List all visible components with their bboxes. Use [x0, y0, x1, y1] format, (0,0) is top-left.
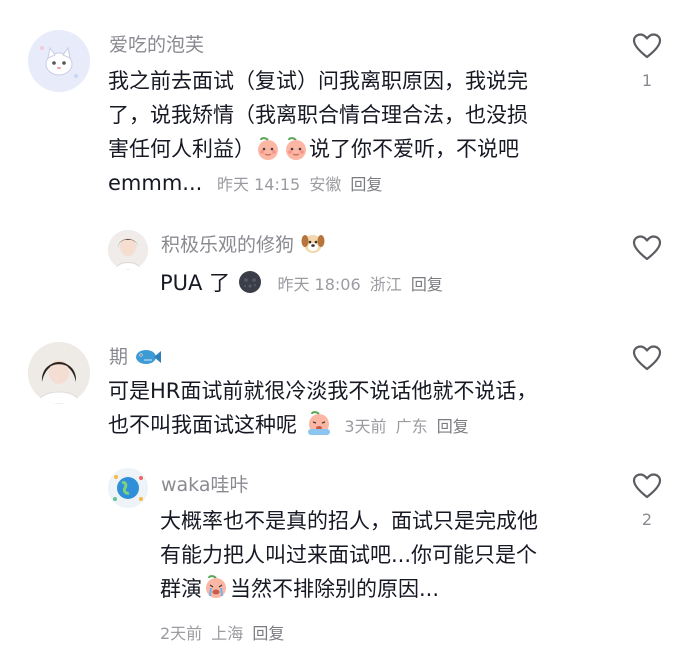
username[interactable]: 爱吃的泡芙 — [109, 30, 204, 57]
comment-fragment: 说了你不爱听，不说吧 — [309, 137, 519, 161]
reply-button[interactable]: 回复 — [411, 275, 443, 294]
reply-item: 积极乐观的修狗 PUA 了 昨天 18:06 浙江 回复 — [0, 220, 690, 320]
like-count: 2 — [641, 510, 653, 529]
comment-meta: 昨天 18:06 浙江 回复 — [277, 275, 442, 294]
comment-line: emmm... 昨天 14:15 安徽 回复 — [108, 166, 608, 202]
sobbing-peach-emoji-icon — [206, 575, 226, 598]
comment-line: 我之前去面试（复试）问我离职原因，我说完 — [108, 69, 528, 93]
like-heart-icon[interactable] — [632, 234, 662, 262]
reply-button[interactable]: 回复 — [252, 624, 284, 643]
comment-meta: 2天前 上海 回复 — [160, 620, 284, 644]
comment-fragment: 也不叫我面试这种呢 — [108, 413, 297, 437]
username[interactable]: waka哇咔 — [161, 470, 249, 497]
comment-item: 爱吃的泡芙 我之前去面试（复试）问我离职原因，我说完 了，说我矫情（我离职合情合… — [0, 0, 690, 220]
comment-line: 大概率也不是真的招人，面试只是完成他 — [160, 509, 538, 533]
reply-item: waka哇咔 大概率也不是真的招人，面试只是完成他 有能力把人叫过来面试吧...… — [0, 460, 690, 653]
comment-location: 浙江 — [369, 275, 402, 294]
comment-fragment: PUA 了 — [160, 271, 231, 295]
like-heart-icon[interactable] — [632, 472, 662, 500]
cat-avatar-icon — [28, 30, 90, 92]
crying-peach-emoji-icon — [307, 411, 330, 435]
comment-time: 昨天 18:06 — [277, 275, 361, 294]
comment-line: 了，说我矫情（我离职合情合理合法，也没损 — [108, 103, 528, 127]
reply-button[interactable]: 回复 — [437, 417, 469, 436]
comment-time: 昨天 14:15 — [217, 175, 301, 194]
user-avatar[interactable] — [28, 30, 90, 92]
username[interactable]: 期 — [109, 342, 162, 369]
comment-text: PUA 了 昨天 18:06 浙江 回复 — [160, 266, 620, 302]
like-heart-icon[interactable] — [632, 32, 662, 60]
dog-face-emoji-icon — [301, 235, 325, 253]
user-avatar[interactable] — [28, 342, 90, 404]
like-heart-icon[interactable] — [632, 344, 662, 372]
comment-line: 害任何人利益） 说了你不爱听，不说吧 — [108, 132, 608, 166]
user-avatar[interactable] — [108, 468, 148, 508]
username-text: 积极乐观的修狗 — [161, 234, 295, 256]
username[interactable]: 积极乐观的修狗 — [161, 230, 326, 257]
comment-line: 也不叫我面试这种呢 3天前 广东 回复 — [108, 408, 608, 444]
username-text: 期 — [109, 346, 129, 368]
user-avatar[interactable] — [108, 230, 148, 270]
comment-time: 3天前 — [344, 417, 387, 436]
comment-line: 群演 当然不排除别的原因... — [160, 572, 620, 606]
comment-time: 2天前 — [160, 624, 203, 643]
woman-portrait-avatar-icon — [28, 342, 90, 404]
emoji-group — [255, 135, 309, 161]
fish-emoji-icon — [136, 350, 162, 364]
dark-moon-face-emoji-icon — [238, 271, 261, 293]
comment-location: 安徽 — [309, 175, 342, 194]
reply-button[interactable]: 回复 — [350, 175, 382, 194]
comment-line: 可是HR面试前就很冷淡我不说话他就不说话， — [108, 379, 538, 403]
comment-item: 期 可是HR面试前就很冷淡我不说话他就不说话， 也不叫我面试这种呢 3天前 广东… — [0, 330, 690, 450]
comment-text: 可是HR面试前就很冷淡我不说话他就不说话， 也不叫我面试这种呢 3天前 广东 回… — [108, 374, 608, 444]
comment-meta: 3天前 广东 回复 — [344, 417, 468, 436]
comment-fragment: 害任何人利益） — [108, 137, 255, 161]
peach-face-emoji-icon — [286, 137, 306, 160]
comment-fragment: emmm... — [108, 171, 203, 195]
comment-text: 大概率也不是真的招人，面试只是完成他 有能力把人叫过来面试吧...你可能只是个 … — [160, 504, 620, 606]
like-count: 1 — [641, 71, 653, 90]
girl-photo-avatar-icon — [108, 230, 148, 270]
comment-fragment: 当然不排除别的原因... — [230, 577, 440, 601]
comment-fragment: 群演 — [160, 577, 202, 601]
peach-face-emoji-icon — [258, 137, 278, 160]
comment-location: 上海 — [211, 624, 244, 643]
globe-avatar-icon — [108, 468, 148, 508]
comment-location: 广东 — [395, 417, 428, 436]
comment-line: 有能力把人叫过来面试吧...你可能只是个 — [160, 543, 538, 567]
comment-meta: 昨天 14:15 安徽 回复 — [217, 175, 382, 194]
comment-text: 我之前去面试（复试）问我离职原因，我说完 了，说我矫情（我离职合情合理合法，也没… — [108, 64, 608, 202]
